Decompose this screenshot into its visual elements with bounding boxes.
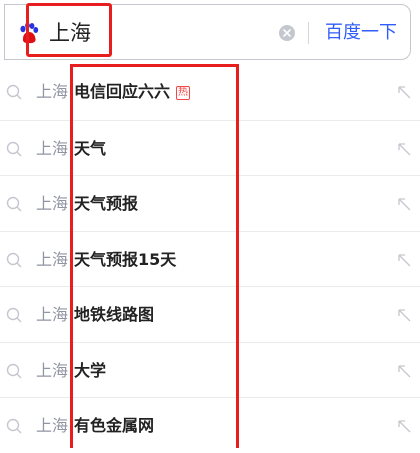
suggestion-list: 上海 电信回应六六热 上海 天气 上海 天气预报 上海 天气预报15天 上海 地… bbox=[0, 64, 420, 453]
search-icon bbox=[6, 84, 22, 100]
suggestion-suffix: 天气预报15天 bbox=[74, 249, 177, 269]
suggestion-suffix: 天气预报 bbox=[74, 194, 139, 213]
search-input[interactable]: 上海 bbox=[49, 19, 91, 47]
suggestion-item[interactable]: 上海 大学 bbox=[0, 341, 420, 398]
suggestion-suffix: 地铁线路图 bbox=[74, 305, 155, 324]
suggestion-item[interactable]: 上海 有色金属网 bbox=[0, 397, 420, 453]
suggestion-suffix: 电信回应六六热 bbox=[74, 82, 191, 101]
suggestion-suffix: 天气 bbox=[74, 138, 107, 158]
search-icon bbox=[6, 141, 22, 156]
fill-arrow-icon[interactable] bbox=[395, 306, 413, 324]
fill-arrow-icon[interactable] bbox=[395, 417, 413, 435]
fill-arrow-icon[interactable] bbox=[395, 83, 413, 101]
suggestion-item[interactable]: 上海 电信回应六六热 bbox=[0, 64, 420, 120]
suggestion-prefix: 上海 bbox=[36, 360, 69, 380]
search-icon bbox=[6, 252, 22, 267]
search-icon bbox=[6, 418, 22, 434]
clear-icon[interactable] bbox=[279, 25, 295, 41]
suggestion-prefix: 上海 bbox=[36, 82, 69, 101]
fill-arrow-icon[interactable] bbox=[395, 195, 413, 213]
divider bbox=[308, 22, 309, 44]
fill-arrow-icon[interactable] bbox=[395, 251, 413, 269]
suggestion-prefix: 上海 bbox=[36, 416, 69, 435]
suggestion-item[interactable]: 上海 天气预报 bbox=[0, 175, 420, 231]
suggestion-item[interactable]: 上海 地铁线路图 bbox=[0, 286, 420, 342]
search-box[interactable]: 上海 百度一下 bbox=[4, 4, 411, 60]
search-button[interactable]: 百度一下 bbox=[325, 22, 397, 44]
search-icon bbox=[6, 307, 22, 323]
suggestion-item[interactable]: 上海 天气 bbox=[0, 119, 420, 176]
suggestion-prefix: 上海 bbox=[36, 305, 69, 324]
suggestion-item[interactable]: 上海 天气预报15天 bbox=[0, 230, 420, 287]
suggestion-suffix: 有色金属网 bbox=[74, 416, 155, 435]
search-icon bbox=[6, 363, 22, 378]
baidu-paw-icon bbox=[19, 22, 39, 44]
fill-arrow-icon[interactable] bbox=[395, 140, 413, 158]
suggestion-prefix: 上海 bbox=[36, 249, 69, 269]
search-icon bbox=[6, 196, 22, 212]
suggestion-suffix: 大学 bbox=[74, 360, 107, 380]
fill-arrow-icon[interactable] bbox=[395, 362, 413, 380]
hot-badge: 热 bbox=[176, 86, 191, 100]
suggestion-prefix: 上海 bbox=[36, 138, 69, 158]
suggestion-prefix: 上海 bbox=[36, 194, 69, 213]
